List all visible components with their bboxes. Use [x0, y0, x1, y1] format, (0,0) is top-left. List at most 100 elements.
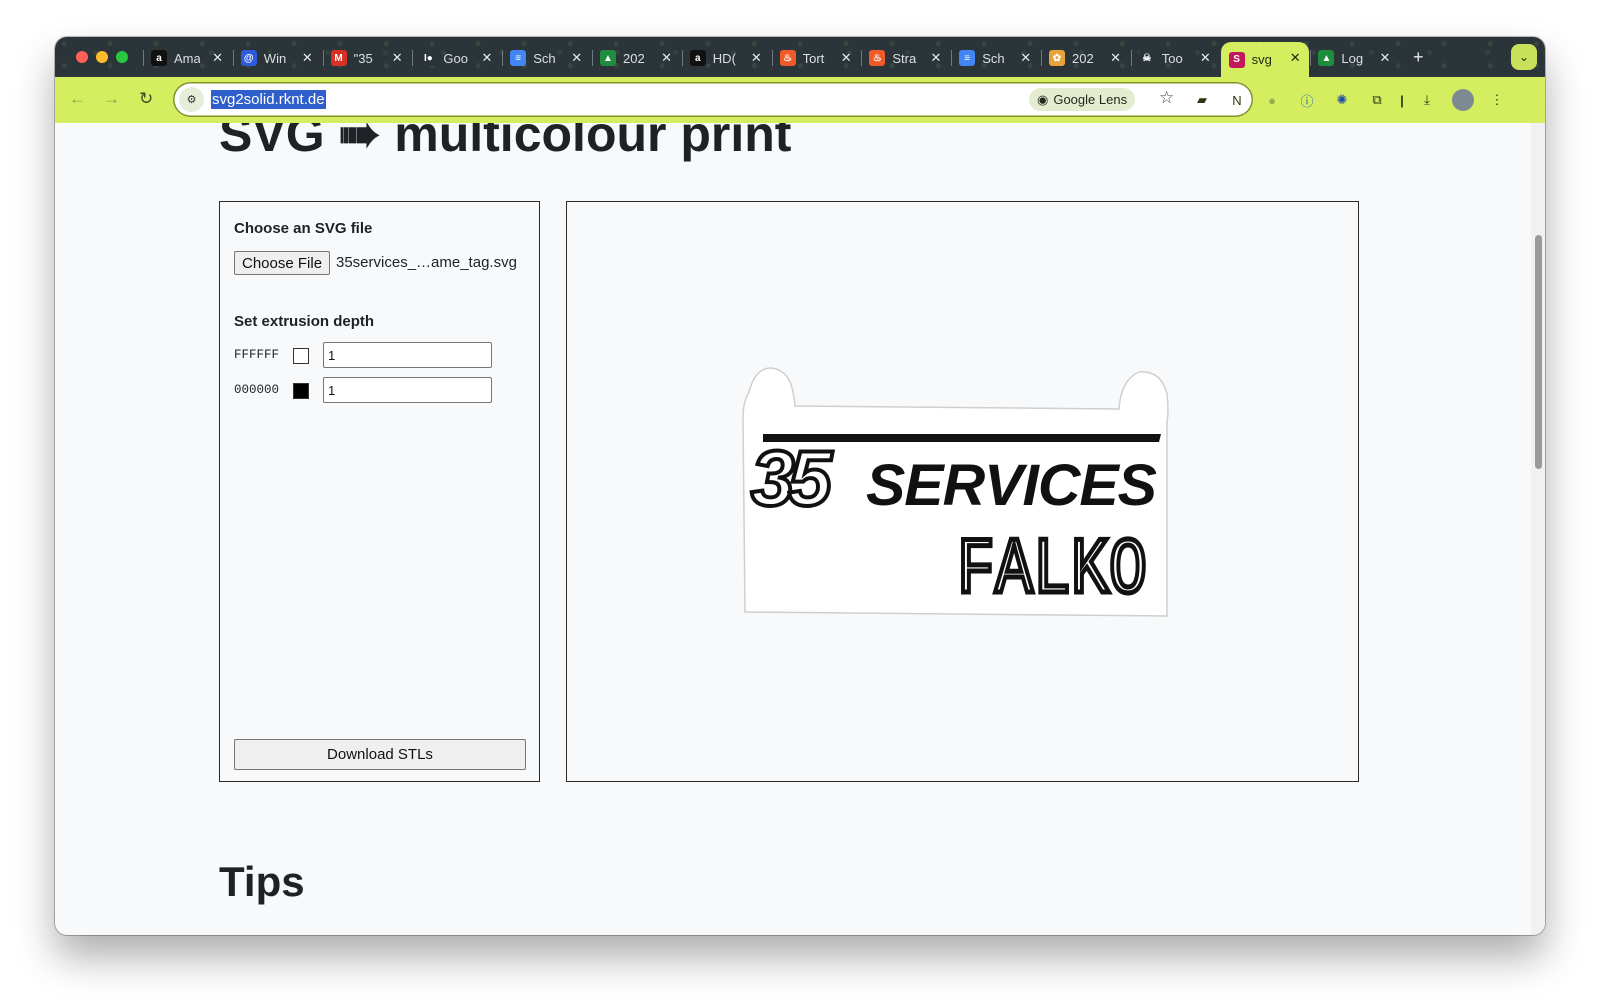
reload-icon[interactable]: ↻: [139, 89, 153, 109]
tab-title: Stra: [892, 50, 917, 66]
globe-icon: @: [240, 50, 257, 66]
close-tab-icon[interactable]: ✕: [571, 50, 582, 66]
extension-settings-icon[interactable]: ✺: [1332, 90, 1352, 110]
browser-tab[interactable]: ☠ Too ✕: [1130, 44, 1219, 72]
forward-arrow-icon[interactable]: →: [103, 89, 120, 109]
name-tag-preview: 35 SERVICES FALKO: [742, 367, 1169, 617]
browser-tab[interactable]: @ Win ✕: [232, 44, 321, 72]
scrollbar[interactable]: [1531, 123, 1545, 935]
tab-title: "35: [353, 50, 373, 66]
tab-separator: [1041, 50, 1042, 66]
tips-heading: Tips: [219, 858, 305, 905]
page-content: SVG ➠ multicolour print Choose an SVG fi…: [55, 123, 1545, 935]
close-tab-icon[interactable]: ✕: [302, 50, 313, 66]
close-tab-icon[interactable]: ✕: [392, 50, 403, 66]
amazon-icon: a: [151, 50, 167, 66]
close-tab-icon[interactable]: ✕: [930, 50, 941, 66]
tab-separator: [232, 50, 234, 66]
browser-tab[interactable]: ♨ Stra ✕: [861, 44, 949, 72]
choose-file-button[interactable]: Choose File: [234, 251, 331, 275]
url-text[interactable]: svg2solid.rknt.de: [211, 90, 326, 109]
browser-tab[interactable]: Ssvg ✕: [1220, 42, 1309, 77]
new-tab-button[interactable]: +: [1413, 47, 1424, 68]
logo-services-text: SERVICES: [866, 453, 1157, 518]
color-hex-label: 000000: [234, 383, 280, 397]
tab-separator: [771, 50, 773, 66]
password-manager-icon[interactable]: ⓘ: [1297, 90, 1317, 110]
tab-separator: [502, 50, 504, 66]
tab-title: Log: [1341, 50, 1364, 66]
color-hex-label: FFFFFF: [234, 348, 280, 362]
selected-file-name: 35services_…ame_tag.svg: [336, 254, 517, 271]
browser-tab[interactable]: ≡ Sch ✕: [502, 44, 590, 72]
extension-dot-icon[interactable]: ●: [1262, 90, 1282, 110]
tab-strip: a Ama ✕ @ Win ✕ M "35 ✕ I● Goo ✕ ≡ Sch ✕ ▲ 202 ✕ a HD(✕ ♨ Tor…: [55, 37, 1545, 77]
tab-separator: [1130, 50, 1132, 66]
drive-icon: ▲: [600, 50, 616, 66]
browser-tab[interactable]: ✿ 202 ✕: [1041, 44, 1129, 72]
scrollbar-thumb[interactable]: [1535, 235, 1542, 469]
close-tab-icon[interactable]: ✕: [481, 50, 492, 66]
site-info-icon[interactable]: ⚙: [179, 87, 204, 112]
docs-icon: ≡: [510, 50, 527, 66]
bookmark-star-icon[interactable]: ☆: [1159, 88, 1174, 108]
close-tab-icon[interactable]: ✕: [1200, 50, 1211, 66]
strato-icon: ♨: [779, 50, 796, 66]
close-window-button[interactable]: [76, 51, 88, 63]
address-bar[interactable]: ⚙ svg2solid.rknt.de ◉ Google Lens ☆: [173, 82, 1253, 117]
choose-file-label: Choose an SVG file: [234, 220, 373, 237]
profile-avatar[interactable]: [1452, 89, 1474, 111]
extensions-puzzle-icon[interactable]: ⧉: [1367, 90, 1387, 110]
close-tab-icon[interactable]: ✕: [751, 50, 762, 66]
amazon-icon: a: [689, 50, 706, 66]
google-lens-label: Google Lens: [1053, 92, 1128, 107]
color-swatch: [293, 348, 309, 364]
close-tab-icon[interactable]: ✕: [212, 50, 223, 66]
docs-icon: ≡: [959, 50, 976, 66]
color-row-000000: 000000: [234, 377, 504, 403]
notion-icon[interactable]: N: [1227, 90, 1247, 110]
extension-toolbox-icon[interactable]: ▰: [1192, 90, 1212, 110]
browser-tab[interactable]: ♨ Tort ✕: [771, 44, 860, 72]
color-swatch: [293, 383, 309, 399]
name-text: FALKO: [957, 526, 1147, 617]
tab-search-button[interactable]: ⌄: [1511, 44, 1537, 70]
close-tab-icon[interactable]: ✕: [1290, 50, 1301, 66]
close-tab-icon[interactable]: ✕: [661, 50, 672, 66]
browser-tab[interactable]: I● Goo ✕: [412, 44, 500, 72]
minimize-window-button[interactable]: [96, 51, 108, 63]
lens-icon: I●: [420, 50, 437, 66]
download-icon[interactable]: ⤓: [1417, 90, 1437, 110]
close-tab-icon[interactable]: ✕: [841, 50, 852, 66]
tab-separator: [143, 50, 144, 66]
tab-title: 202: [1072, 50, 1094, 66]
drive-icon: ▲: [1318, 50, 1335, 66]
tab-title: svg: [1251, 52, 1272, 67]
tab-title: 202: [623, 50, 645, 66]
tab-title: HD(: [712, 50, 736, 66]
browser-tab[interactable]: M "35 ✕: [322, 44, 411, 72]
browser-tab[interactable]: ▲ 202 ✕: [592, 44, 680, 72]
extrusion-depth-input[interactable]: [323, 342, 492, 368]
tab-separator: [1310, 50, 1312, 66]
extrusion-depth-input[interactable]: [323, 377, 492, 403]
close-tab-icon[interactable]: ✕: [1020, 50, 1031, 66]
close-tab-icon[interactable]: ✕: [1379, 50, 1390, 66]
browser-tab[interactable]: ▲ Log ✕: [1310, 44, 1398, 72]
browser-window: a Ama ✕ @ Win ✕ M "35 ✕ I● Goo ✕ ≡ Sch ✕ ▲ 202 ✕ a HD(✕ ♨ Tor…: [55, 37, 1545, 935]
browser-tab[interactable]: a HD( ✕: [681, 44, 770, 72]
download-stls-button[interactable]: Download STLs: [234, 739, 526, 770]
browser-toolbar: ← → ↻ ⚙ svg2solid.rknt.de ◉ Google Lens …: [55, 77, 1545, 123]
close-tab-icon[interactable]: ✕: [1110, 50, 1121, 66]
browser-tab[interactable]: ≡ Sch ✕: [951, 44, 1039, 72]
google-lens-button[interactable]: ◉ Google Lens: [1029, 88, 1136, 111]
tab-separator: [412, 50, 414, 66]
browser-tab[interactable]: a Ama ✕: [143, 44, 231, 72]
back-arrow-icon[interactable]: ←: [69, 89, 86, 109]
preview-panel: 35 SERVICES FALKO: [566, 201, 1359, 782]
page-title: SVG ➠ multicolour print: [219, 123, 792, 162]
maximize-window-button[interactable]: [116, 51, 128, 63]
strato-icon: ♨: [869, 50, 886, 66]
more-menu-icon[interactable]: ⋮: [1487, 90, 1507, 110]
tab-title: Sch: [533, 50, 556, 66]
